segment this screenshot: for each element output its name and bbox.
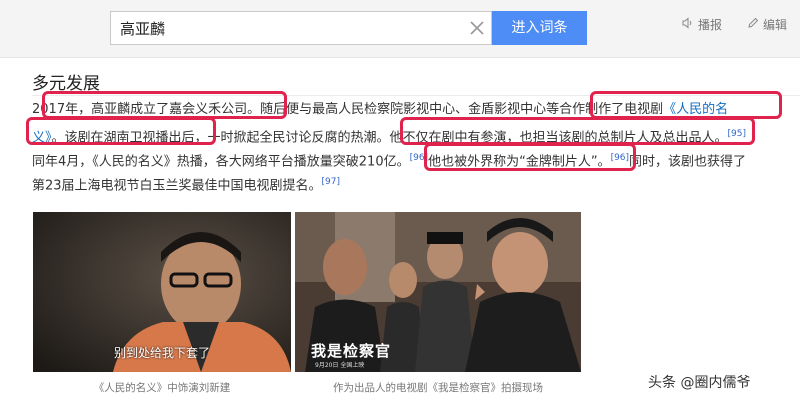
reference-link[interactable]: [96]	[410, 153, 428, 163]
listen-button[interactable]: 播报	[682, 15, 722, 33]
section-divider	[32, 95, 800, 96]
poster-title: 我是检察官	[311, 342, 392, 360]
search-box	[110, 11, 492, 45]
speaker-icon	[682, 16, 694, 32]
enter-entry-button[interactable]: 进入词条	[492, 11, 587, 45]
paragraph-line: 第23届上海电视节白玉兰奖最佳中国电视剧提名。[97]	[32, 170, 782, 194]
search-bar: 进入词条 播报 编辑	[0, 0, 800, 58]
drama-still-image: 别到处给我下套了	[33, 212, 291, 372]
drama-link[interactable]: 《人民的名	[663, 102, 728, 117]
video-subtitle: 别到处给我下套了	[113, 346, 210, 360]
text: 第23届上海电视节白玉兰奖最佳中国电视剧提名。	[32, 178, 322, 194]
section-title: 多元发展	[32, 74, 100, 94]
reference-link[interactable]: [95]	[728, 129, 746, 139]
text: 同年4月，《人民的名义》热播，各大网络平台播放量突破210亿。	[32, 154, 410, 170]
listen-label: 播报	[698, 17, 723, 32]
text: 同时，该剧也获得了	[629, 154, 747, 170]
poster-date: 9月20日 全国上映	[315, 362, 365, 369]
text: 2017年，高亚麟成立了嘉会义禾公司。随后便与最高人民检察院影视中心、金盾影视中…	[32, 102, 664, 117]
edit-label: 编辑	[763, 17, 788, 32]
search-input[interactable]	[111, 12, 451, 44]
reference-link[interactable]: [96]	[611, 153, 629, 163]
text: 。该剧在湖南卫视播出后，一时掀起全民讨论反腐的热潮。他不仅在剧中有参演，也担当该…	[51, 130, 728, 146]
paragraph-line: 义》。该剧在湖南卫视播出后，一时掀起全民讨论反腐的热潮。他不仅在剧中有参演，也担…	[32, 122, 782, 146]
paragraph-line: 2017年，高亚麟成立了嘉会义禾公司。随后便与最高人民检察院影视中心、金盾影视中…	[32, 98, 782, 122]
pencil-icon	[747, 17, 759, 32]
image-caption: 作为出品人的电视剧《我是检察官》拍摄现场	[333, 382, 543, 394]
close-icon[interactable]	[467, 18, 487, 38]
edit-button[interactable]: 编辑	[747, 15, 787, 33]
paragraph: 2017年，高亚麟成立了嘉会义禾公司。随后便与最高人民检察院影视中心、金盾影视中…	[32, 98, 782, 194]
watermark: 头条 @圈内儒爷	[648, 375, 751, 391]
reference-link[interactable]: [97]	[322, 177, 340, 187]
filming-scene-image: 我是检察官 9月20日 全国上映	[295, 212, 581, 372]
text: 他也被外界称为“金牌制片人”。	[428, 154, 611, 170]
paragraph-line: 同年4月，《人民的名义》热播，各大网络平台播放量突破210亿。[96]他也被外界…	[32, 146, 782, 170]
drama-link[interactable]: 义》	[32, 130, 52, 145]
image-caption: 《人民的名义》中饰演刘新建	[93, 382, 231, 394]
